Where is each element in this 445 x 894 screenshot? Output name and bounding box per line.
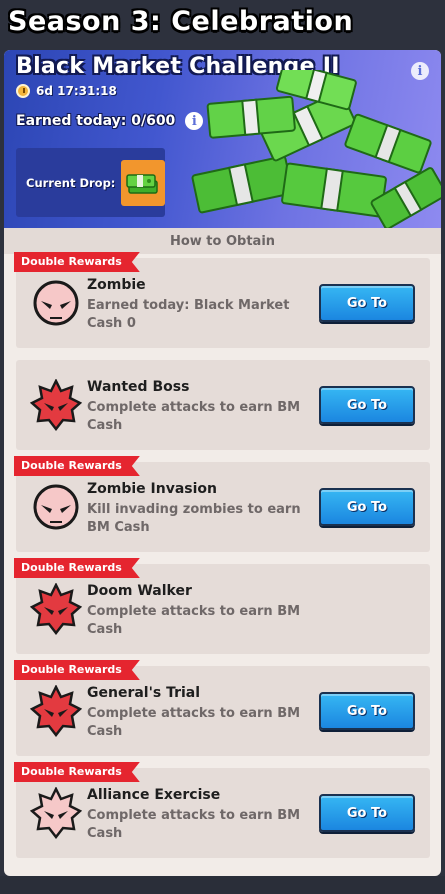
task-card-zombie: Double Rewards Zombie Earned today: Blac… xyxy=(16,258,430,348)
task-title: Zombie xyxy=(87,277,146,293)
task-card-doom-walker: Double Rewards Doom Walker Complete atta… xyxy=(16,564,430,654)
how-to-obtain-header: How to Obtain xyxy=(4,228,441,254)
clock-icon xyxy=(16,84,30,98)
double-rewards-badge: Double Rewards xyxy=(14,762,140,782)
current-drop-label: Current Drop: xyxy=(26,175,116,190)
task-card-alliance-exercise: Double Rewards Alliance Exercise Complet… xyxy=(16,768,430,858)
spiked-skull-icon xyxy=(30,379,82,431)
cash-pile-icon xyxy=(191,70,441,228)
spiked-skull-icon xyxy=(30,685,82,737)
task-title: General's Trial xyxy=(87,685,201,701)
earned-today-text: Earned today: 0/600 xyxy=(16,113,176,129)
task-title: Alliance Exercise xyxy=(87,787,221,803)
task-description: Complete attacks to earn BM Cash xyxy=(87,808,301,841)
task-card-zombie-invasion: Double Rewards Zombie Invasion Kill inva… xyxy=(16,462,430,552)
double-rewards-badge: Double Rewards xyxy=(14,558,140,578)
double-rewards-badge: Double Rewards xyxy=(14,456,140,476)
go-to-button[interactable]: Go To xyxy=(319,692,415,730)
go-to-button[interactable]: Go To xyxy=(319,488,415,526)
task-title: Zombie Invasion xyxy=(87,481,218,497)
timer-row: 6d 17:31:18 xyxy=(16,84,117,98)
earned-today-row: Earned today: 0/600 i xyxy=(16,112,204,130)
task-description: Complete attacks to earn BM Cash xyxy=(87,706,301,739)
double-rewards-badge: Double Rewards xyxy=(14,660,140,680)
spiked-skull-icon xyxy=(30,583,82,635)
task-title: Doom Walker xyxy=(87,583,192,599)
go-to-button[interactable]: Go To xyxy=(319,386,415,424)
event-banner: Black Market Challenge II i 6d 17:31:18 … xyxy=(4,50,441,228)
cash-item-slot[interactable] xyxy=(121,159,165,206)
season-title: Season 3: Celebration xyxy=(8,6,354,37)
current-drop-box: Current Drop: xyxy=(16,148,165,217)
go-to-button[interactable]: Go To xyxy=(319,794,415,832)
task-title: Wanted Boss xyxy=(87,379,190,395)
task-description: Earned today: Black Market Cash 0 xyxy=(87,298,290,331)
zombie-skull-icon xyxy=(33,280,79,326)
bottom-bar xyxy=(0,876,445,894)
countdown-timer: 6d 17:31:18 xyxy=(36,84,117,98)
cash-bundle-icon xyxy=(126,173,158,194)
spiked-skull-icon xyxy=(30,787,82,839)
task-description: Kill invading zombies to earn BM Cash xyxy=(87,502,301,535)
task-card-wanted-boss: Wanted Boss Complete attacks to earn BM … xyxy=(16,360,430,450)
zombie-skull-icon xyxy=(33,484,79,530)
event-panel: Black Market Challenge II i 6d 17:31:18 … xyxy=(4,50,441,876)
task-description: Complete attacks to earn BM Cash xyxy=(87,604,301,637)
task-card-generals-trial: Double Rewards General's Trial Complete … xyxy=(16,666,430,756)
go-to-button[interactable]: Go To xyxy=(319,284,415,322)
task-description: Complete attacks to earn BM Cash xyxy=(87,400,301,433)
double-rewards-badge: Double Rewards xyxy=(14,252,140,272)
